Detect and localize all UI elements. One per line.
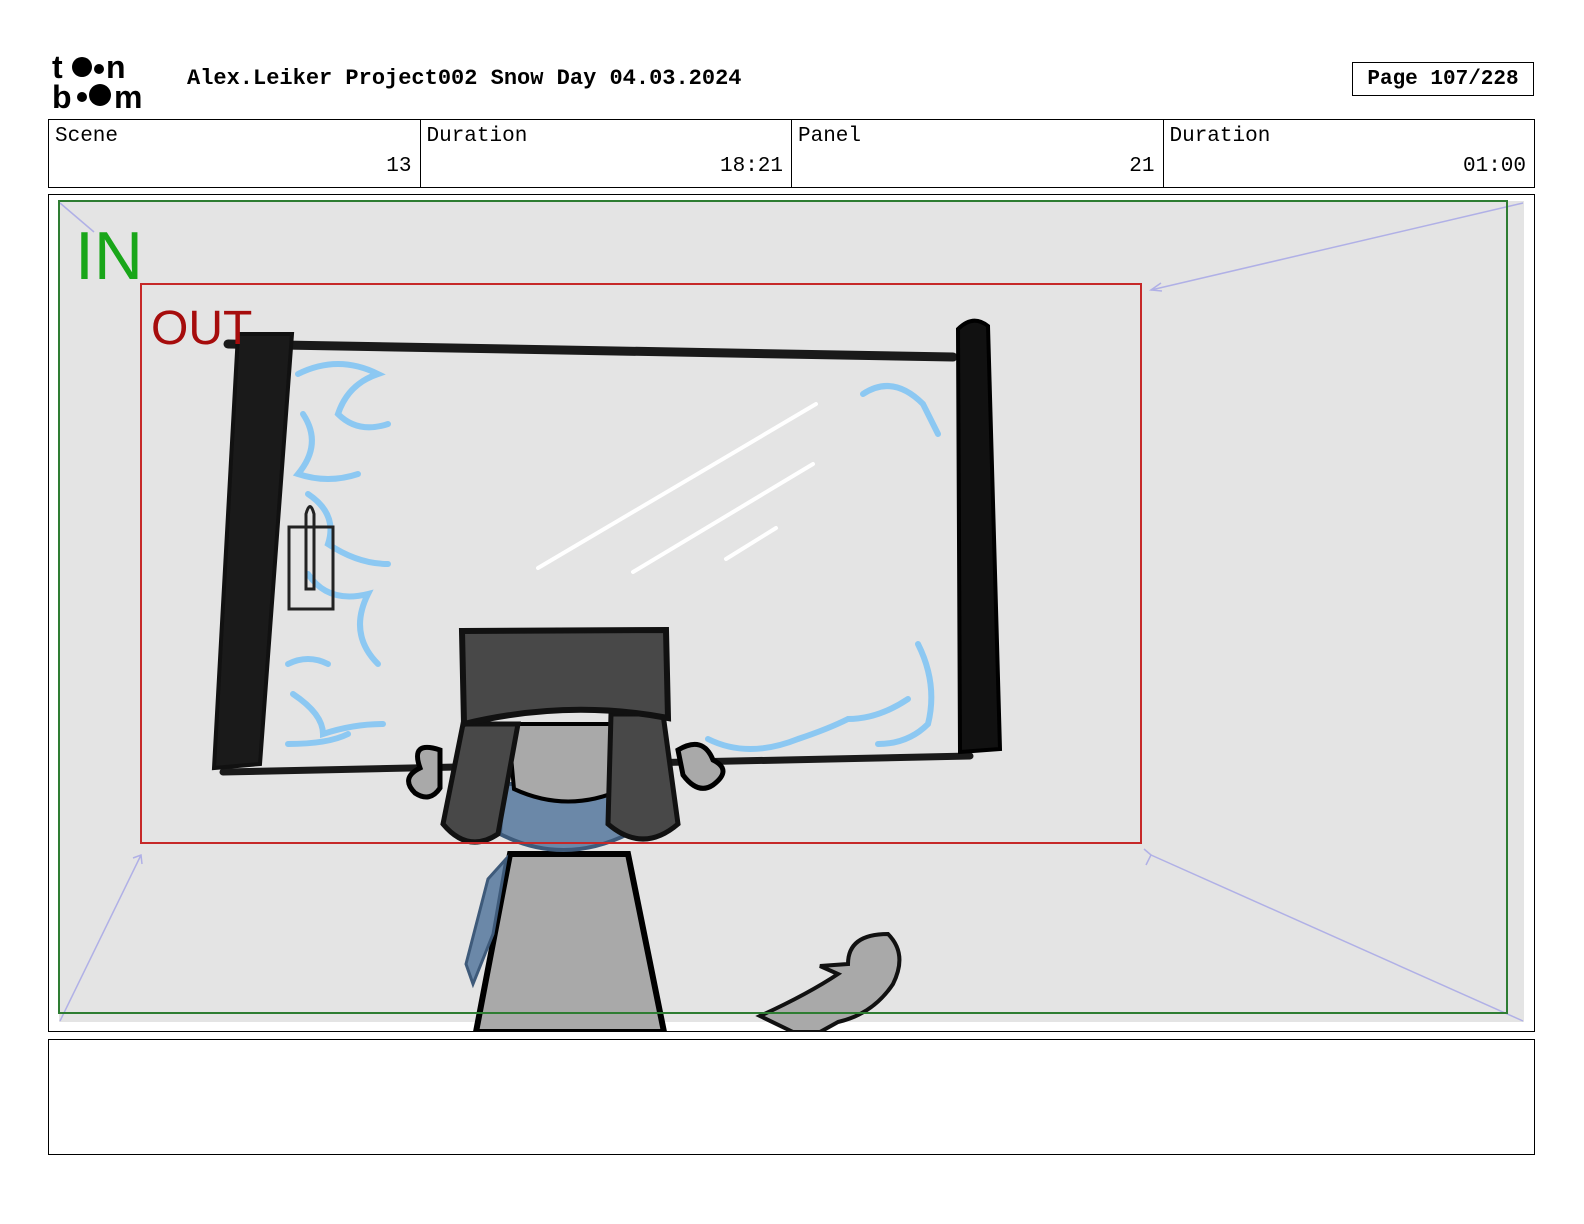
panel-duration-label: Duration [1169, 125, 1271, 148]
scene-label: Scene [55, 125, 119, 148]
svg-text:m: m [114, 79, 142, 112]
panel-cell: Panel 21 [792, 120, 1164, 187]
in-frame-label: IN [75, 218, 143, 294]
scene-duration-cell: Duration 18:21 [421, 120, 792, 187]
panel-info-table: Scene 13 Duration 18:21 Panel 21 Duratio… [48, 119, 1535, 188]
page-number: Page 107/228 [1352, 62, 1534, 96]
storyboard-panel-drawing [58, 200, 1524, 1032]
svg-text:b: b [52, 79, 72, 112]
panel-duration-cell: Duration 01:00 [1164, 120, 1535, 187]
panel-label: Panel [798, 125, 862, 148]
panel-value: 21 [1129, 155, 1155, 178]
scene-value: 13 [386, 155, 412, 178]
project-title: Alex.Leiker Project002 Snow Day 04.03.20… [187, 66, 742, 91]
panel-notes-box [48, 1039, 1535, 1155]
scene-cell: Scene 13 [49, 120, 421, 187]
scene-duration-label: Duration [426, 125, 528, 148]
toonboom-logo: t n b m [52, 50, 142, 112]
out-frame-label: OUT [151, 302, 253, 355]
scene-duration-value: 18:21 [719, 155, 783, 178]
panel-duration-value: 01:00 [1462, 155, 1526, 178]
